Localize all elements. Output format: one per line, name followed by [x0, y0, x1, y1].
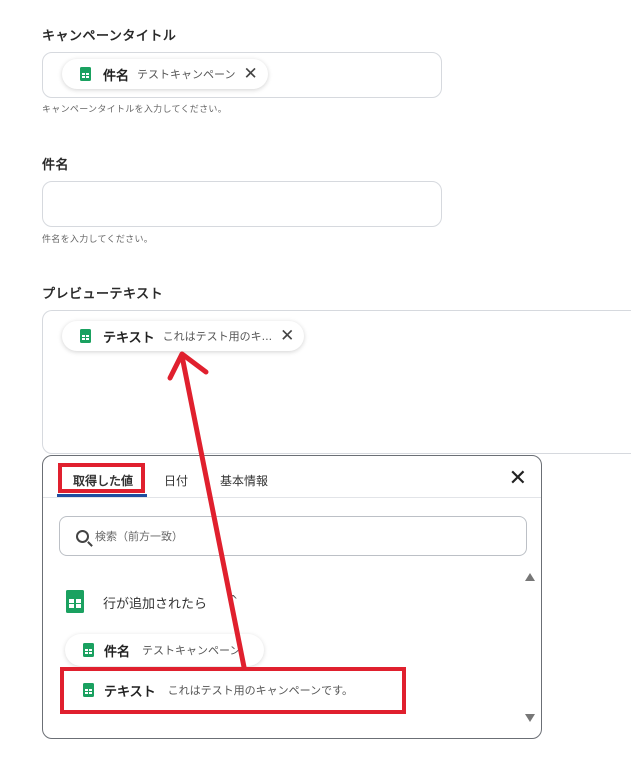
chip-name: テキスト: [103, 330, 155, 346]
google-sheets-icon: [66, 590, 84, 613]
subject-input[interactable]: [42, 181, 442, 227]
list-item[interactable]: 件名 テストキャンペーン: [65, 634, 265, 666]
tab-date[interactable]: 日付: [164, 472, 188, 489]
search-icon: [76, 529, 89, 543]
search-placeholder: 検索（前方一致）: [95, 530, 183, 543]
subject-label: 件名: [42, 158, 70, 173]
highlight-box-tab: [58, 463, 145, 493]
scroll-up-arrow[interactable]: [525, 573, 535, 581]
google-sheets-icon: [80, 329, 91, 343]
chip-value: テストキャンペーン: [137, 68, 236, 81]
highlight-box-item: [60, 667, 406, 714]
close-icon[interactable]: ✕: [243, 65, 257, 83]
item-value: テストキャンペーン: [142, 644, 241, 657]
campaign-title-label: キャンペーンタイトル: [42, 29, 177, 44]
preview-text-chip[interactable]: テキスト これはテスト用のキ... ✕: [62, 321, 305, 351]
campaign-title-hint: キャンペーンタイトルを入力してください。: [42, 105, 228, 115]
close-icon[interactable]: ✕: [509, 468, 527, 490]
chip-name: 件名: [103, 68, 130, 84]
subject-hint: 件名を入力してください。: [42, 235, 154, 245]
scroll-down-arrow[interactable]: [525, 714, 535, 722]
tabs-divider: [43, 497, 541, 498]
campaign-title-chip[interactable]: 件名 テストキャンペーン ✕: [62, 59, 268, 89]
close-icon[interactable]: ✕: [280, 327, 294, 345]
preview-text-label: プレビューテキスト: [42, 287, 164, 302]
google-sheets-icon: [80, 67, 91, 81]
item-name: 件名: [104, 644, 131, 660]
tab-basic-info[interactable]: 基本情報: [220, 472, 268, 489]
search-input[interactable]: 検索（前方一致）: [59, 516, 527, 556]
chip-value: これはテスト用のキ...: [162, 330, 273, 343]
trigger-group-title[interactable]: 行が追加されたら: [103, 593, 207, 612]
google-sheets-icon: [83, 643, 94, 657]
chevron-up-icon[interactable]: ^: [228, 593, 238, 607]
